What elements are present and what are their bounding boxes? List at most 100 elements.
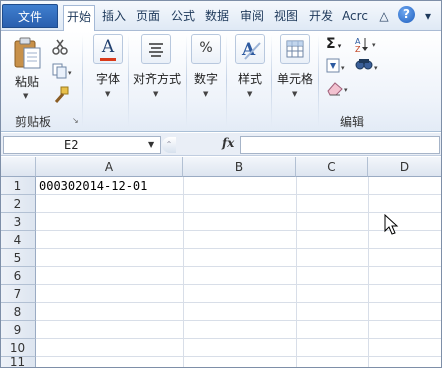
cells-label: 单元格 [276,72,313,86]
row-header-4[interactable]: 4 [0,231,36,249]
tab-data[interactable]: 数据 [201,5,233,29]
cells-dropdown-icon: ▼ [292,90,298,98]
column-header-c[interactable]: C [296,157,368,177]
font-label: 字体 [95,72,120,86]
select-all-corner[interactable] [0,157,36,177]
column-header-d[interactable]: D [368,157,442,177]
formula-bar: E2 ▼ ⌃ fx [0,133,442,156]
font-dropdown-icon: ▼ [105,90,111,98]
name-box[interactable]: E2 [3,136,161,154]
gridline [36,302,442,303]
gridline [36,230,442,231]
gridline [296,177,297,368]
row-header-8[interactable]: 8 [0,303,36,321]
styles-label: 样式 [237,72,262,86]
insert-function-icon[interactable]: fx [222,136,234,150]
gridline [183,177,184,368]
row-header-11[interactable]: 11 [0,357,36,368]
gridline [36,266,442,267]
ribbon-home: 粘贴 ▼ ▾ 剪贴板 ↘ A 字体 ▼ 对齐方式 ▼ % 数字 ▼ A 样式 ▼… [0,31,442,132]
gridline [36,338,442,339]
number-button[interactable]: % 数字 ▼ [189,34,223,104]
paste-icon [14,37,41,69]
tab-review[interactable]: 审阅 [236,5,268,29]
gridline [36,212,442,213]
fill-icon[interactable]: ▾ [326,57,350,75]
row-header-6[interactable]: 6 [0,267,36,285]
copy-icon[interactable]: ▾ [52,63,74,79]
name-box-dropdown-icon[interactable]: ▼ [148,140,154,149]
separator [128,35,129,127]
tab-file[interactable]: 文件 [2,4,58,28]
tab-formulas[interactable]: 公式 [167,5,199,29]
autosum-icon[interactable]: Σ ▾ [326,36,341,52]
svg-text:▾: ▾ [372,41,376,49]
svg-text:▾: ▾ [374,64,378,72]
tab-acrobat[interactable]: Acrc [339,5,371,29]
alignment-button[interactable]: 对齐方式 ▼ [131,34,183,104]
separator [186,35,187,127]
clear-icon[interactable]: ▾ [326,79,352,97]
clipboard-launcher-icon[interactable]: ↘ [72,116,79,125]
cut-icon[interactable] [52,39,68,55]
formula-input[interactable] [240,136,440,154]
column-header-a[interactable]: A [36,157,183,177]
percent-icon: % [191,34,221,64]
font-icon: A [93,34,123,64]
column-header-b[interactable]: B [183,157,296,177]
paste-button[interactable]: 粘贴 ▼ [10,34,44,102]
tab-home[interactable]: 开始 [63,5,95,31]
help-icon[interactable]: ? [398,6,415,23]
paste-dropdown-icon[interactable]: ▼ [23,92,28,100]
styles-icon: A [235,34,265,64]
gridline [36,320,442,321]
format-painter-icon[interactable] [52,86,70,104]
row-header-2[interactable]: 2 [0,195,36,213]
align-center-icon [141,34,171,64]
gridline [36,194,442,195]
separator [318,35,319,127]
separator [226,35,227,127]
ribbon-tab-bar: 文件 开始 插入 页面 公式 数据 审阅 视图 开发 Acrc △ ? ▾ [0,0,442,31]
gridline [36,284,442,285]
tab-view[interactable]: 视图 [270,5,302,29]
svg-text:▾: ▾ [341,64,345,72]
row-header-5[interactable]: 5 [0,249,36,267]
number-label: 数字 [193,72,218,86]
tab-page-layout[interactable]: 页面 [132,5,164,29]
gridline [36,248,442,249]
tab-insert[interactable]: 插入 [98,5,130,29]
row-header-7[interactable]: 7 [0,285,36,303]
dropdown-icon[interactable]: ▾ [419,7,437,25]
alignment-label: 对齐方式 [132,72,181,86]
sort-filter-icon[interactable]: A Z ▾ [354,35,380,53]
separator [82,35,83,127]
editing-group-label: 编辑 [340,115,365,129]
gridline [368,177,369,368]
worksheet-grid[interactable]: A B C D 1 2 3 4 5 6 7 8 9 10 11 00030201… [0,157,442,368]
alignment-dropdown-icon: ▼ [153,90,159,98]
splitter-handle[interactable]: ⌃ [162,137,176,153]
cell-a1[interactable]: 000302014-12-01 [39,179,147,193]
find-select-icon[interactable]: ▾ [354,57,380,75]
row-header-10[interactable]: 10 [0,339,36,357]
gridline [36,356,442,357]
number-dropdown-icon: ▼ [203,90,209,98]
clipboard-group-label: 剪贴板 [15,115,52,129]
svg-text:▾: ▾ [68,69,72,77]
row-header-3[interactable]: 3 [0,213,36,231]
font-button[interactable]: A 字体 ▼ [90,34,126,104]
svg-text:▾: ▾ [344,86,348,94]
styles-button[interactable]: A 样式 ▼ [232,34,268,104]
paste-label: 粘贴 [14,75,39,89]
cells-button[interactable]: 单元格 ▼ [274,34,316,104]
cells-icon [280,34,310,64]
styles-dropdown-icon: ▼ [247,90,253,98]
row-header-9[interactable]: 9 [0,321,36,339]
minimize-ribbon-icon[interactable]: △ [375,7,393,25]
row-header-1[interactable]: 1 [0,177,36,195]
mouse-cursor-icon [384,214,399,235]
tab-developer[interactable]: 开发 [305,5,337,29]
svg-text:Z: Z [355,45,361,53]
separator [271,35,272,127]
